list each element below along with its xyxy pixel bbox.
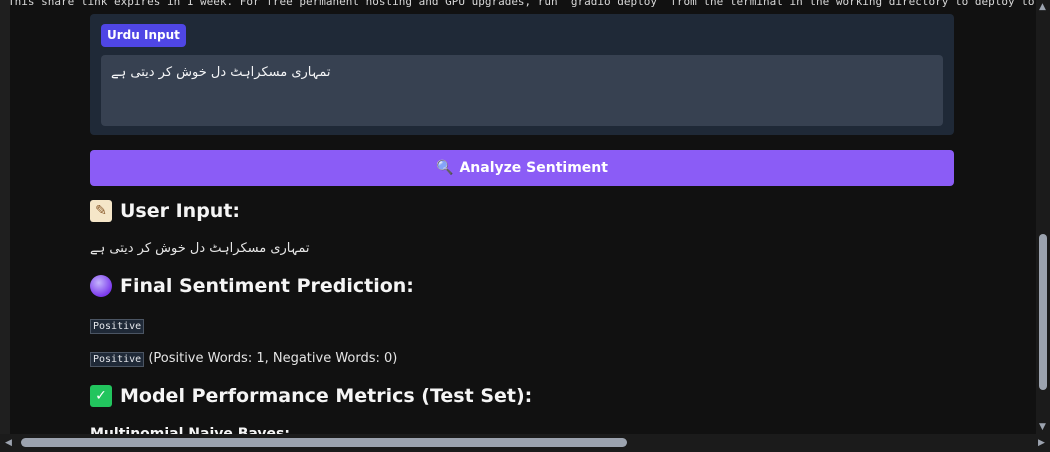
analyze-button-label: Analyze Sentiment xyxy=(459,160,608,176)
share-link-notice: This share link expires in 1 week. For f… xyxy=(8,0,1038,8)
horizontal-scrollbar-thumb[interactable] xyxy=(21,438,627,447)
check-mark-icon: ✓ xyxy=(90,385,112,407)
scroll-down-arrow-icon[interactable]: ▼ xyxy=(1039,422,1046,432)
vertical-scrollbar-thumb[interactable] xyxy=(1039,234,1047,390)
user-input-heading: ✎ User Input: xyxy=(90,200,240,222)
left-gutter xyxy=(0,0,10,434)
final-prediction-badge: Positive xyxy=(90,319,145,334)
lexicon-prediction-badge: Positive xyxy=(90,352,145,367)
app-viewport: This share link expires in 1 week. For f… xyxy=(0,0,1050,452)
final-prediction-heading-text: Final Sentiment Prediction: xyxy=(120,275,414,297)
metrics-heading-text: Model Performance Metrics (Test Set): xyxy=(120,385,533,407)
magnifier-icon: 🔍 xyxy=(436,160,454,176)
scroll-up-arrow-icon[interactable]: ▲ xyxy=(1039,2,1046,12)
scroll-right-arrow-icon[interactable]: ▶ xyxy=(1038,438,1045,448)
urdu-input-label: Urdu Input xyxy=(101,24,186,47)
lexicon-prediction-line: Positive (Positive Words: 1, Negative Wo… xyxy=(90,351,397,367)
memo-icon: ✎ xyxy=(90,200,112,222)
final-prediction-line: Positive xyxy=(90,318,145,334)
urdu-input-field[interactable]: تمہاری مسکراہٹ دل خوش کر دیتی ہے xyxy=(101,55,943,126)
urdu-input-card: Urdu Input تمہاری مسکراہٹ دل خوش کر دیتی… xyxy=(90,14,954,135)
user-input-heading-text: User Input: xyxy=(120,200,241,222)
lexicon-word-counts: (Positive Words: 1, Negative Words: 0) xyxy=(148,351,398,366)
analyze-sentiment-button[interactable]: 🔍 Analyze Sentiment xyxy=(90,150,954,186)
scroll-left-arrow-icon[interactable]: ◀ xyxy=(5,438,12,448)
final-prediction-heading: Final Sentiment Prediction: xyxy=(90,275,414,297)
crystal-ball-icon xyxy=(90,275,112,297)
user-input-text: تمہاری مسکراہٹ دل خوش کر دیتی ہے xyxy=(90,241,310,256)
metrics-heading: ✓ Model Performance Metrics (Test Set): xyxy=(90,385,532,407)
horizontal-scrollbar[interactable]: ◀ ▶ xyxy=(0,434,1050,452)
vertical-scrollbar[interactable]: ▲ ▼ xyxy=(1036,0,1050,434)
